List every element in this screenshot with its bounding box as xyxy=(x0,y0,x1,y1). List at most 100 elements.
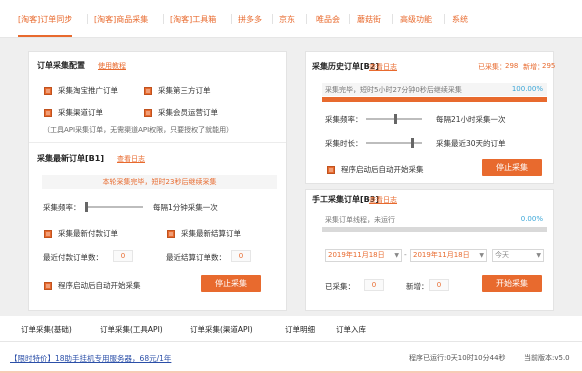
manual-new-value: 0 xyxy=(429,279,449,291)
date-to-value: 2019年11月18日 xyxy=(413,251,470,259)
range-select[interactable]: 今天 ▼ xyxy=(492,249,544,262)
status-footer: 【限时特价】18助手挂机专用服务器，68元/1年 程序已运行:0天10时10分4… xyxy=(0,342,582,373)
tab-goods-collect[interactable]: [淘客]商品采集 xyxy=(94,14,148,25)
history-new-value: 295 xyxy=(542,62,556,70)
manual-progress-row: 采集订单线程，未运行 0.00% xyxy=(322,213,547,226)
tab-system[interactable]: 系统 xyxy=(452,14,468,25)
history-log-link[interactable]: 查看日志 xyxy=(369,62,397,72)
history-duration-slider[interactable] xyxy=(366,138,422,148)
checkbox-checked-icon xyxy=(44,281,52,290)
history-progress-pct: 100.00% xyxy=(511,85,543,93)
tab-jd[interactable]: 京东 xyxy=(279,14,295,25)
date-to-select[interactable]: 2019年11月18日 ▼ xyxy=(410,249,487,262)
tab-separator xyxy=(87,14,88,24)
checkbox-checked-icon xyxy=(144,108,152,117)
runtime-text: 程序已运行:0天10时10分44秒 xyxy=(409,354,506,362)
checkbox-label: 采集最新结算订单 xyxy=(181,229,241,238)
manual-collected-value: 0 xyxy=(364,279,384,291)
checkbox-label: 采集第三方订单 xyxy=(158,86,211,95)
checkbox-member-orders[interactable]: 采集会员运营订单 xyxy=(144,107,218,118)
latest-stop-button[interactable]: 停止采集 xyxy=(201,275,261,292)
checkbox-label: 程序启动后自动开始采集 xyxy=(58,281,141,290)
bottom-tabs: 订单采集(基础) 订单采集(工具API) 订单采集(渠道API) 订单明细 订单… xyxy=(0,316,582,344)
tab-toolbox[interactable]: [淘客]工具箱 xyxy=(170,14,216,25)
slider-knob[interactable] xyxy=(394,114,397,124)
checkbox-label: 采集会员运营订单 xyxy=(158,108,218,117)
history-progress-bar xyxy=(322,97,547,102)
checkbox-label: 采集淘宝推广订单 xyxy=(58,86,118,95)
date-range-dash: - xyxy=(404,250,407,259)
section-divider xyxy=(29,142,286,143)
tab-mogujie[interactable]: 蘑菇街 xyxy=(357,14,381,25)
tab-collect-tool-api[interactable]: 订单采集(工具API) xyxy=(100,324,163,344)
checkbox-taobao-orders[interactable]: 采集淘宝推广订单 xyxy=(44,85,118,96)
latest-freq-label: 采集频率： xyxy=(43,203,81,212)
version-text: 当前版本:v5.0 xyxy=(524,354,570,362)
tab-vip[interactable]: 唯品会 xyxy=(316,14,340,25)
date-from-select[interactable]: 2019年11月18日 ▼ xyxy=(325,249,402,262)
tab-collect-channel-api[interactable]: 订单采集(渠道API) xyxy=(190,324,253,335)
manual-progress-track xyxy=(322,227,547,232)
checkbox-checked-icon xyxy=(44,108,52,117)
latest-freq-slider[interactable] xyxy=(85,202,143,212)
checkbox-label: 采集渠道订单 xyxy=(58,108,103,117)
tab-separator xyxy=(231,14,232,24)
checkbox-checked-icon xyxy=(44,86,52,95)
date-from-value: 2019年11月18日 xyxy=(328,251,385,259)
manual-log-link[interactable]: 查看日志 xyxy=(369,195,397,205)
history-panel: 采集历史订单[B2] 查看日志 已采集： 298 新增： 295 采集完毕，短时… xyxy=(305,51,556,184)
history-collected-label: 已采集： xyxy=(478,63,506,71)
manual-progress-pct: 0.00% xyxy=(520,215,543,223)
latest-orders-title: 采集最新订单[B1] xyxy=(37,154,104,163)
tab-separator xyxy=(349,14,350,24)
manual-new-label: 新增： xyxy=(406,282,429,291)
checkbox-latest-settle[interactable]: 采集最新结算订单 xyxy=(167,228,241,239)
history-duration-label: 采集时长： xyxy=(325,139,363,148)
manual-progress-text: 采集订单线程，未运行 xyxy=(325,216,395,224)
tab-separator xyxy=(392,14,393,24)
slider-knob[interactable] xyxy=(85,202,88,212)
checkbox-label: 采集最新付款订单 xyxy=(58,229,118,238)
chevron-down-icon: ▼ xyxy=(479,252,484,259)
history-freq-slider[interactable] xyxy=(366,114,422,124)
pay-count-label: 最近付款订单数： xyxy=(43,253,103,262)
tab-separator xyxy=(306,14,307,24)
tab-order-import[interactable]: 订单入库 xyxy=(336,324,366,335)
history-stop-button[interactable]: 停止采集 xyxy=(482,159,542,176)
checkbox-latest-autostart[interactable]: 程序启动后自动开始采集 xyxy=(44,280,141,291)
history-progress-text: 采集完毕，短时5小时27分钟0秒后继续采集 xyxy=(325,86,462,94)
checkbox-latest-pay[interactable]: 采集最新付款订单 xyxy=(44,228,118,239)
history-new-label: 新增： xyxy=(523,63,544,71)
latest-log-link[interactable]: 查看日志 xyxy=(117,154,145,164)
tab-pinduoduo[interactable]: 拼多多 xyxy=(238,14,262,25)
checkbox-checked-icon xyxy=(327,165,335,174)
top-nav: [淘客]订单同步 [淘客]商品采集 [淘客]工具箱 拼多多 京东 唯品会 蘑菇街… xyxy=(0,0,582,38)
history-freq-label: 采集频率： xyxy=(325,115,363,124)
tab-order-detail[interactable]: 订单明细 xyxy=(285,324,315,335)
latest-freq-value: 每隔1分钟采集一次 xyxy=(153,203,218,212)
checkbox-third-party-orders[interactable]: 采集第三方订单 xyxy=(144,85,211,96)
tab-separator xyxy=(444,14,445,24)
manual-panel: 手工采集订单[B3] 查看日志 采集订单线程，未运行 0.00% 2019年11… xyxy=(305,189,554,311)
range-value: 今天 xyxy=(495,251,509,259)
manual-start-button[interactable]: 开始采集 xyxy=(482,275,542,292)
history-freq-value: 每隔21小时采集一次 xyxy=(436,115,506,124)
checkbox-channel-orders[interactable]: 采集渠道订单 xyxy=(44,107,103,118)
history-duration-value: 采集最近30天的订单 xyxy=(436,139,506,148)
tutorial-link[interactable]: 使用教程 xyxy=(98,61,126,71)
promo-link[interactable]: 【限时特价】18助手挂机专用服务器，68元/1年 xyxy=(10,353,171,364)
history-collected-value: 298 xyxy=(505,62,519,70)
slider-knob[interactable] xyxy=(411,138,414,148)
tab-separator xyxy=(272,14,273,24)
settle-count-label: 最近结算订单数： xyxy=(166,253,226,262)
settle-count-value: 0 xyxy=(231,250,251,262)
checkbox-checked-icon xyxy=(144,86,152,95)
order-config-title: 订单采集配置 xyxy=(37,61,85,70)
left-panel: 订单采集配置 使用教程 采集淘宝推广订单 采集第三方订单 采集渠道订单 采集会员… xyxy=(28,51,287,311)
tab-advanced[interactable]: 高级功能 xyxy=(400,14,432,25)
history-progress-row: 采集完毕，短时5小时27分钟0秒后继续采集 100.00% xyxy=(322,83,547,96)
tab-collect-basic[interactable]: 订单采集(基础) xyxy=(21,324,72,335)
tab-order-sync[interactable]: [淘客]订单同步 xyxy=(18,14,73,37)
checkbox-history-autostart[interactable]: 程序启动后自动开始采集 xyxy=(327,164,424,175)
checkbox-label: 程序启动后自动开始采集 xyxy=(341,165,424,174)
